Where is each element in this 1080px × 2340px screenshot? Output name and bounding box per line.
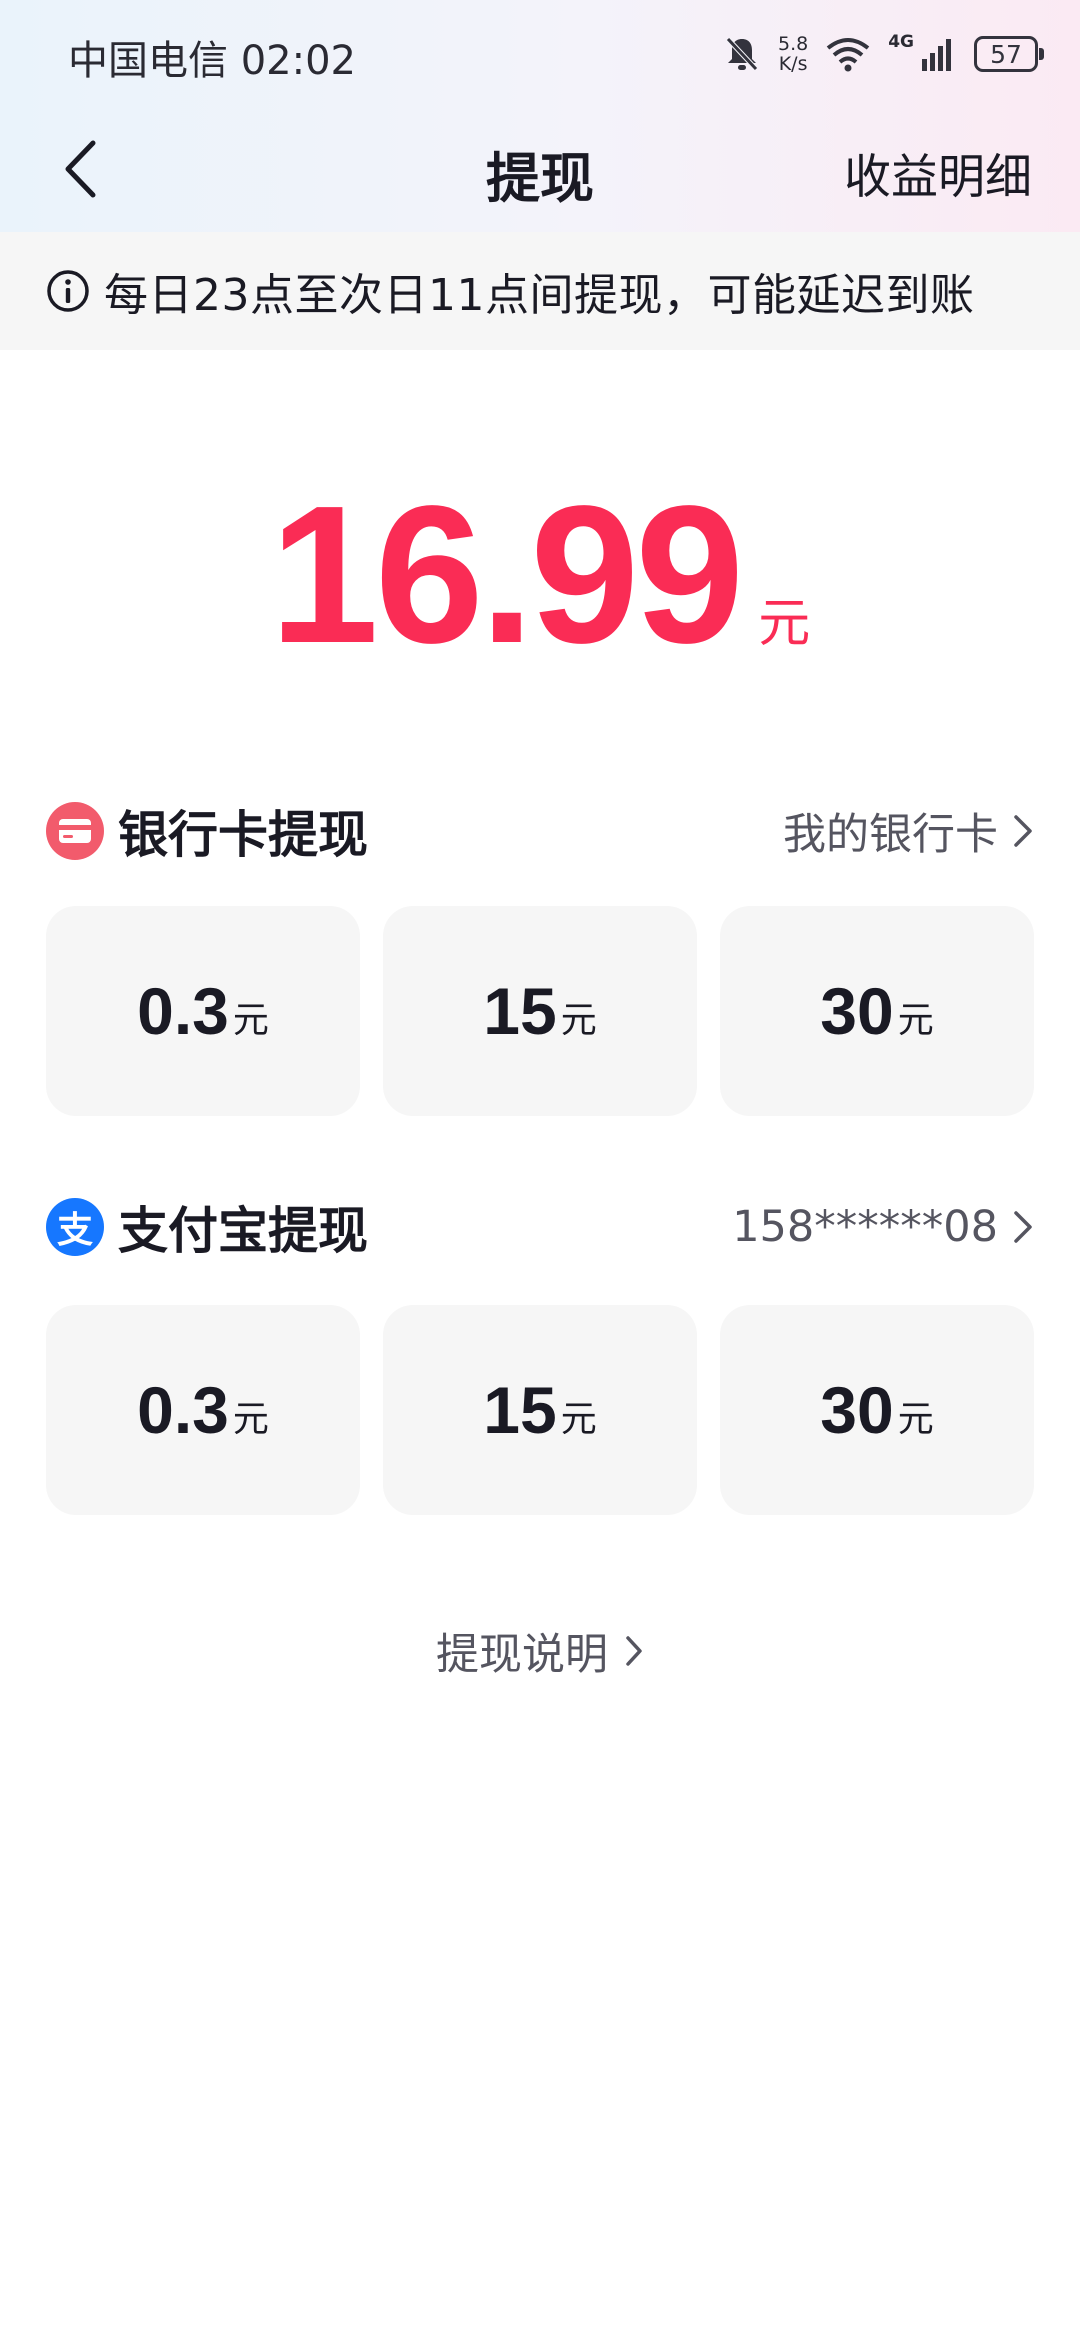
alipay-withdraw-header: 支 支付宝提现 158******08: [46, 1190, 1034, 1264]
option-value: 0.3: [137, 974, 229, 1048]
status-icons: 5.8 K/s 4G 57: [724, 30, 1044, 78]
bank-option-card[interactable]: 30 元: [720, 906, 1034, 1116]
my-bank-card-label: 我的银行卡: [783, 810, 998, 860]
chevron-right-icon: [626, 1636, 642, 1666]
bank-withdraw-title: 银行卡提现: [118, 806, 368, 864]
net-speed-value: 5.8: [777, 33, 809, 55]
signal-icon: [922, 39, 951, 71]
net-speed-unit: K/s: [778, 53, 808, 75]
option-unit: 元: [560, 1399, 597, 1440]
chevron-right-icon: [1014, 815, 1032, 847]
status-bar: 中国电信 02:02 5.8 K/s 4G 57: [0, 0, 1080, 106]
alipay-account-label: 158******08: [732, 1202, 998, 1252]
withdraw-explanation-label: 提现说明: [436, 1630, 608, 1680]
option-value: 30: [820, 974, 894, 1048]
option-unit: 元: [232, 1399, 269, 1440]
battery-indicator: 57: [974, 36, 1044, 72]
battery-level: 57: [990, 39, 1022, 69]
option-unit: 元: [897, 1399, 934, 1440]
bank-withdraw-header: 银行卡提现 我的银行卡: [46, 794, 1034, 868]
balance-unit: 元: [758, 594, 811, 654]
alipay-account-link[interactable]: 158******08: [732, 1202, 1034, 1252]
bank-option-card[interactable]: 0.3 元: [46, 906, 360, 1116]
balance-amount: 16.99: [269, 465, 744, 684]
alipay-option-card[interactable]: 0.3 元: [46, 1305, 360, 1515]
option-value: 30: [820, 1373, 894, 1447]
wifi-icon: [826, 38, 870, 72]
option-value: 0.3: [137, 1373, 229, 1447]
network-type: 4G: [888, 32, 914, 52]
bank-option-card[interactable]: 15 元: [383, 906, 697, 1116]
nav-bar: 提现 收益明细: [0, 106, 1080, 232]
alipay-option-card[interactable]: 30 元: [720, 1305, 1034, 1515]
option-value: 15: [483, 974, 557, 1048]
carrier-time: 中国电信 02:02: [68, 38, 356, 84]
notice-text: 每日23点至次日11点间提现，可能延迟到账: [104, 270, 975, 321]
chevron-right-icon: [1014, 1211, 1032, 1243]
option-unit: 元: [560, 1000, 597, 1041]
alipay-icon-glyph: 支: [56, 1210, 93, 1251]
withdraw-notice: 每日23点至次日11点间提现，可能延迟到账: [0, 232, 1080, 350]
alipay-icon: 支: [46, 1198, 104, 1256]
net-speed: 5.8 K/s: [778, 34, 808, 74]
option-unit: 元: [232, 1000, 269, 1041]
alipay-amount-options: 0.3 元 15 元 30 元: [46, 1305, 1034, 1515]
mute-bell-icon: [726, 37, 758, 71]
my-bank-card-link[interactable]: 我的银行卡: [783, 800, 1034, 862]
info-icon: [47, 270, 89, 312]
alipay-option-card[interactable]: 15 元: [383, 1305, 697, 1515]
option-value: 15: [483, 1373, 557, 1447]
earnings-detail-link[interactable]: 收益明细: [844, 138, 1032, 207]
bank-card-icon: [46, 802, 104, 860]
bank-amount-options: 0.3 元 15 元 30 元: [46, 906, 1034, 1116]
alipay-withdraw-title: 支付宝提现: [118, 1202, 368, 1260]
balance-display: 16.99 元: [0, 460, 1080, 684]
withdraw-explanation-link[interactable]: 提现说明: [0, 1620, 1080, 1682]
option-unit: 元: [897, 1000, 934, 1041]
